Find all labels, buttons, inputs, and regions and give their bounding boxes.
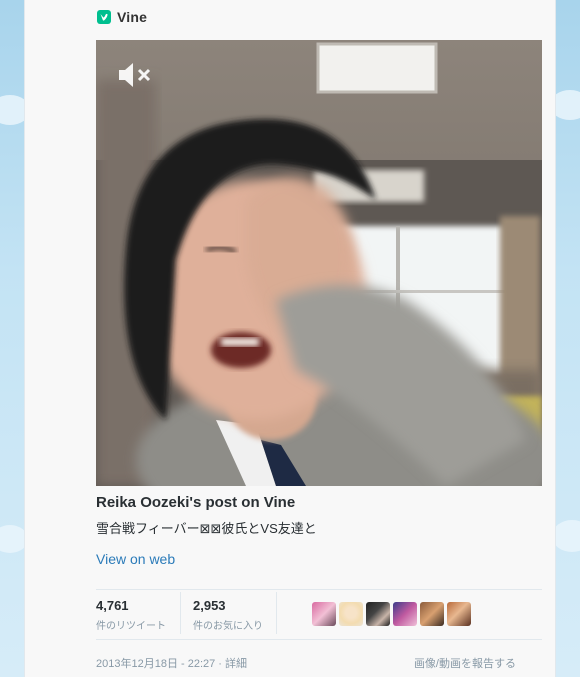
muted-speaker-icon (119, 63, 151, 87)
avatar[interactable] (420, 602, 444, 626)
post-description: 雪合戦フィーバー⊠⊠彼氏とVS友達と (96, 521, 317, 536)
retweet-count: 4,761 (96, 598, 129, 613)
view-on-web-link[interactable]: View on web (96, 551, 175, 567)
favoriting-users-avatars (312, 602, 471, 626)
favorite-label: 件のお気に入り (193, 621, 263, 632)
favorite-stat[interactable]: 2,953 件のお気に入り (193, 598, 263, 632)
report-media-link[interactable]: 画像/動画を報告する (414, 655, 516, 671)
stats-top-divider (96, 589, 542, 590)
avatar[interactable] (393, 602, 417, 626)
vine-video-player[interactable] (96, 40, 542, 486)
retweet-label: 件のリツイート (96, 621, 166, 632)
stats-bottom-divider (96, 639, 542, 640)
embedded-tweet-card: Vine Reika Oozeki's post on Vine 雪合戦フィーバ… (24, 0, 556, 677)
retweet-stat[interactable]: 4,761 件のリツイート (96, 598, 166, 632)
avatar[interactable] (447, 602, 471, 626)
tweet-timestamp[interactable]: 2013年12月18日 - 22:27 · 詳細 (96, 655, 247, 671)
avatar[interactable] (312, 602, 336, 626)
mute-button[interactable] (118, 62, 152, 88)
video-frame (96, 40, 542, 486)
vine-logo-icon[interactable] (97, 10, 111, 24)
avatar[interactable] (366, 602, 390, 626)
avatar[interactable] (339, 602, 363, 626)
post-title: Reika Oozeki's post on Vine (96, 494, 296, 511)
favorite-count: 2,953 (193, 598, 226, 613)
card-header: Vine (97, 8, 147, 26)
stat-separator (180, 592, 181, 634)
stat-separator (276, 592, 277, 634)
vine-app-name[interactable]: Vine (117, 9, 147, 25)
